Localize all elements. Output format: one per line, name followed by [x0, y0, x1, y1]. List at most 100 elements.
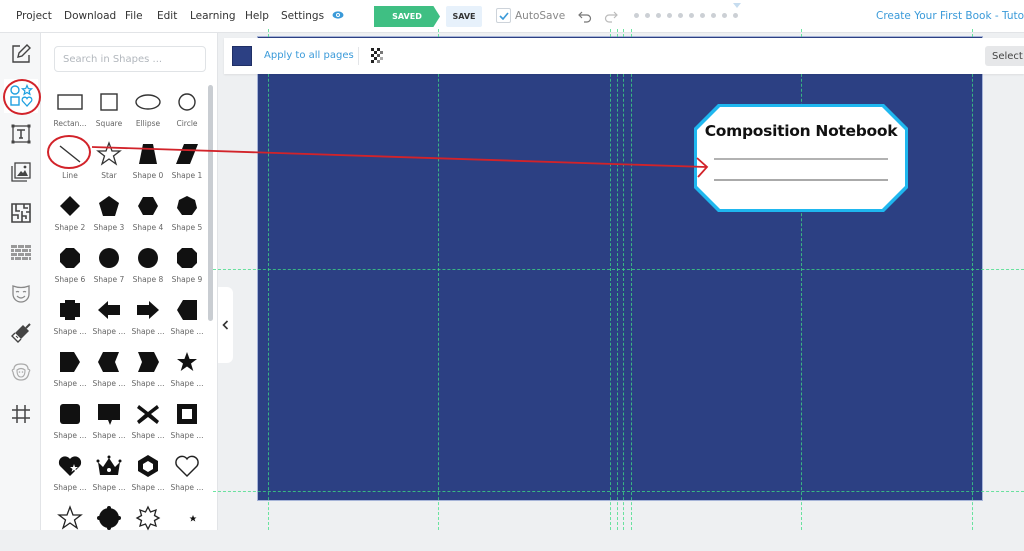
page-dot[interactable] — [700, 13, 705, 18]
shapes-panel: Rectan... Square Ellipse Circle Line Star Shap… — [41, 33, 218, 531]
save-button[interactable]: SAVE — [446, 6, 482, 27]
page-dot[interactable] — [667, 13, 672, 18]
shape-item-speech-bubble[interactable]: Shape ... — [89, 397, 129, 447]
shape-item-rounded-octagon[interactable]: Shape 9 — [167, 241, 207, 291]
chevron-left-icon — [98, 352, 119, 372]
shape-item-cross[interactable]: Shape ... — [128, 397, 168, 447]
tool-brush[interactable] — [4, 316, 38, 350]
panel-scrollbar[interactable] — [208, 85, 213, 321]
shape-item-square-frame[interactable]: Shape ... — [167, 397, 207, 447]
shape-item-star-filled[interactable]: Shape ... — [167, 345, 207, 395]
shape-item-chevron-left[interactable]: Shape ... — [89, 345, 129, 395]
shape-label: Shape ... — [170, 431, 204, 440]
page-dot[interactable] — [645, 13, 650, 18]
shape-item-star-outline[interactable]: Star — [89, 137, 129, 187]
select-button[interactable]: Select — [985, 46, 1024, 66]
shape-item-star-outline-2[interactable] — [50, 501, 90, 551]
menu-edit[interactable]: Edit — [157, 10, 177, 22]
background-toolbar: Apply to all pages Select — [224, 38, 1024, 74]
document-title-link[interactable]: Create Your First Book - Tutorial 1 — [876, 10, 1024, 22]
shape-item-heart-outline[interactable]: Shape ... — [167, 449, 207, 499]
shape-item-crescent-star[interactable] — [167, 501, 207, 551]
square-frame-icon — [177, 404, 197, 424]
collapse-panel-button[interactable] — [218, 287, 233, 363]
tool-text[interactable] — [4, 117, 38, 151]
shape-item-arrow-left[interactable]: Shape ... — [89, 293, 129, 343]
tool-masks[interactable] — [4, 277, 38, 311]
menu-help[interactable]: Help — [245, 10, 269, 22]
shape-item-arrow-right[interactable]: Shape ... — [128, 293, 168, 343]
menu-settings[interactable]: Settings — [281, 10, 324, 22]
autosave-checkbox[interactable] — [496, 8, 511, 23]
page-dot[interactable] — [689, 13, 694, 18]
shape-item-diamond[interactable]: Shape 2 — [50, 189, 90, 239]
tool-grid[interactable] — [4, 397, 38, 431]
tool-animals[interactable] — [4, 355, 38, 389]
tool-patterns[interactable] — [4, 236, 38, 270]
tool-puzzles[interactable] — [4, 196, 38, 230]
hexagon-icon — [138, 197, 158, 215]
shape-item-pointed-right[interactable]: Shape ... — [50, 345, 90, 395]
top-bar: Project Download File Edit Learning Help… — [0, 0, 1024, 33]
notebook-label-element[interactable]: Composition Notebook — [692, 102, 910, 214]
page-dot[interactable] — [678, 13, 683, 18]
shape-label: Shape ... — [92, 431, 126, 440]
shape-item-parallelogram[interactable]: Shape 1 — [167, 137, 207, 187]
shape-item-heart-star[interactable]: Shape ... — [50, 449, 90, 499]
page-dot[interactable] — [634, 13, 639, 18]
shape-item-decagon[interactable]: Shape 8 — [128, 241, 168, 291]
shape-item-plus-block[interactable]: Shape ... — [50, 293, 90, 343]
shape-item-octagon[interactable]: Shape 6 — [50, 241, 90, 291]
shape-item-square[interactable]: Square — [89, 85, 129, 135]
shape-item-pentagon[interactable]: Shape 3 — [89, 189, 129, 239]
shape-item-rounded-square[interactable]: Shape ... — [50, 397, 90, 447]
menu-learning[interactable]: Learning — [190, 10, 236, 22]
guide-line — [213, 269, 1024, 270]
shape-item-nonagon[interactable]: Shape 7 — [89, 241, 129, 291]
eye-preview-icon[interactable] — [332, 10, 344, 20]
shape-label: Shape 6 — [54, 275, 86, 284]
shape-item-trapezoid[interactable]: Shape 0 — [128, 137, 168, 187]
shape-item-hexagon[interactable]: Shape 4 — [128, 189, 168, 239]
transparency-icon[interactable] — [369, 47, 387, 65]
circle-icon — [178, 93, 196, 111]
undo-icon[interactable] — [578, 9, 592, 23]
shape-item-chevron-right[interactable]: Shape ... — [128, 345, 168, 395]
guide-line — [610, 29, 611, 530]
page-dot[interactable] — [711, 13, 716, 18]
menu-file[interactable]: File — [125, 10, 143, 22]
shape-item-rectangle[interactable]: Rectan... — [50, 85, 90, 135]
shape-item-ellipse[interactable]: Ellipse — [128, 85, 168, 135]
sheep-icon — [11, 363, 31, 381]
shape-item-hex-nut[interactable]: Shape ... — [128, 449, 168, 499]
tool-sidebar — [0, 33, 41, 530]
shape-label: Circle — [176, 119, 198, 128]
ellipse-icon — [135, 94, 161, 110]
heart-star-icon — [58, 456, 82, 476]
tool-images[interactable] — [4, 155, 38, 189]
chevron-right-icon — [138, 352, 159, 372]
shapes-search-input[interactable] — [54, 46, 206, 72]
checkmark-icon — [498, 11, 509, 20]
menu-project[interactable]: Project — [16, 10, 52, 22]
redo-icon[interactable] — [604, 9, 618, 23]
heptagon-icon — [177, 196, 197, 215]
menu-download[interactable]: Download — [64, 10, 116, 22]
shape-item-scalloped-circle[interactable] — [89, 501, 129, 551]
shape-label: Shape ... — [131, 327, 165, 336]
shape-item-pointed-left[interactable]: Shape ... — [167, 293, 207, 343]
page-dot[interactable] — [656, 13, 661, 18]
tool-edit[interactable] — [4, 37, 38, 71]
page-dot[interactable] — [722, 13, 727, 18]
crown-icon — [96, 455, 122, 475]
apply-to-all-pages-link[interactable]: Apply to all pages — [264, 50, 354, 61]
shape-item-starburst-outline[interactable] — [128, 501, 168, 551]
scalloped-circle-icon — [97, 506, 121, 530]
shape-label: Shape ... — [131, 431, 165, 440]
rectangle-icon — [57, 94, 83, 110]
page-dot[interactable] — [733, 13, 738, 18]
background-color-swatch[interactable] — [232, 46, 252, 66]
shape-item-heptagon[interactable]: Shape 5 — [167, 189, 207, 239]
shape-item-circle[interactable]: Circle — [167, 85, 207, 135]
shape-item-crown[interactable]: Shape ... — [89, 449, 129, 499]
